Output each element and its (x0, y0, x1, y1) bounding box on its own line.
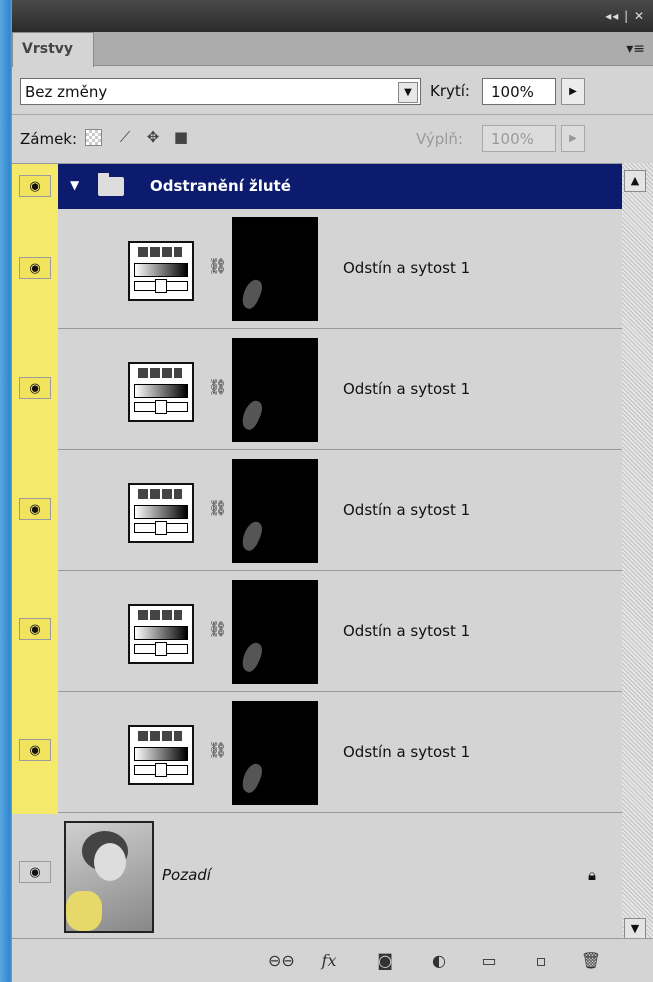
mask-icon[interactable] (232, 580, 318, 684)
layer-row[interactable]: ⛓ Odstín a sytost 1 (58, 209, 622, 329)
layer-thumbnail (64, 821, 154, 933)
lock-icon[interactable]: ■ (170, 126, 192, 148)
layer-name: Odstín a sytost 1 (343, 743, 471, 761)
chevron-down-icon[interactable]: ▼ (70, 178, 79, 192)
layer-row[interactable]: ⛓ Odstín a sytost 1 (58, 330, 622, 450)
adjustment-layer-icon[interactable]: ◐ (426, 949, 452, 973)
eye-icon[interactable]: ◉ (19, 618, 51, 640)
add-mask-icon[interactable]: ◙ (372, 949, 398, 973)
layer-name: Odstín a sytost 1 (343, 380, 471, 398)
adjustment-icon (128, 362, 194, 422)
transparency-lock-icon[interactable] (82, 126, 104, 148)
fx-button[interactable]: fx (316, 949, 342, 973)
eye-icon[interactable]: ◉ (19, 498, 51, 520)
fill-label: Výplň: (416, 130, 463, 148)
mask-icon[interactable] (232, 701, 318, 805)
panel-menu-icon[interactable]: ▾≡ (626, 41, 645, 57)
opacity-label: Krytí: (430, 82, 470, 100)
link-icon[interactable]: ⛓ (208, 257, 227, 275)
eye-icon[interactable]: ◉ (19, 257, 51, 279)
link-icon[interactable]: ⛓ (208, 499, 227, 517)
layers-list: ◉ ▼ Odstranění žluté ◉ ⛓ Odstín a sytost… (12, 163, 622, 938)
scroll-down-button[interactable]: ▼ (624, 918, 646, 940)
link-layers-icon[interactable]: ⊖⊖ (268, 949, 295, 973)
blend-mode-select[interactable]: Bez změny ▼ (20, 78, 421, 105)
brush-icon[interactable]: ⟋ (114, 126, 136, 148)
opacity-field[interactable]: 100% (482, 78, 556, 105)
opacity-slider-arrow[interactable]: ▶ (561, 78, 585, 105)
scroll-up-button[interactable]: ▲ (624, 170, 646, 192)
group-name: Odstranění žluté (150, 177, 291, 195)
adjustment-icon (128, 483, 194, 543)
eye-icon[interactable]: ◉ (19, 377, 51, 399)
panel-tab-row: Vrstvy ▾≡ (12, 32, 653, 67)
link-icon[interactable]: ⛓ (208, 741, 227, 759)
link-icon[interactable]: ⛓ (208, 378, 227, 396)
panel-window-controls[interactable]: ◂◂ | ✕ (605, 9, 645, 23)
layer-name: Odstín a sytost 1 (343, 259, 471, 277)
lock-icon: 🔒︎ (588, 866, 596, 884)
folder-icon (98, 173, 124, 196)
mask-icon[interactable] (232, 459, 318, 563)
link-icon[interactable]: ⛓ (208, 620, 227, 638)
move-icon[interactable]: ✥ (142, 126, 164, 148)
panel-bottom-toolbar: ⊖⊖ fx ◙ ◐ ▭ ▫ 🗑︎ (12, 938, 653, 982)
divider (12, 114, 653, 115)
chevron-down-icon[interactable]: ▼ (398, 82, 418, 103)
background-layer-row[interactable]: Pozadí 🔒︎ (58, 814, 622, 936)
adjustment-icon (128, 604, 194, 664)
background-layer-name: Pozadí (162, 866, 211, 884)
fill-slider-arrow[interactable]: ▶ (561, 125, 585, 152)
trash-icon[interactable]: 🗑︎ (578, 949, 604, 973)
layer-name: Odstín a sytost 1 (343, 501, 471, 519)
panel-titlebar: ◂◂ | ✕ (12, 0, 653, 32)
mask-icon[interactable] (232, 217, 318, 321)
mask-icon[interactable] (232, 338, 318, 442)
layer-group-row[interactable]: ▼ Odstranění žluté (58, 164, 622, 209)
layer-row[interactable]: ⛓ Odstín a sytost 1 (58, 693, 622, 813)
lock-label: Zámek: (20, 130, 78, 148)
new-layer-icon[interactable]: ▫ (528, 949, 554, 973)
tab-layers[interactable]: Vrstvy (12, 32, 94, 67)
adjustment-icon (128, 241, 194, 301)
adjustment-icon (128, 725, 194, 785)
layer-row[interactable]: ⛓ Odstín a sytost 1 (58, 451, 622, 571)
eye-icon[interactable]: ◉ (19, 861, 51, 883)
blend-mode-value: Bez změny (25, 83, 108, 101)
layers-panel: ◂◂ | ✕ Vrstvy ▾≡ Bez změny ▼ Krytí: 100%… (12, 0, 653, 982)
fill-field[interactable]: 100% (482, 125, 556, 152)
layer-row[interactable]: ⛓ Odstín a sytost 1 (58, 572, 622, 692)
eye-icon[interactable]: ◉ (19, 739, 51, 761)
layer-name: Odstín a sytost 1 (343, 622, 471, 640)
eye-icon[interactable]: ◉ (19, 175, 51, 197)
new-group-icon[interactable]: ▭ (476, 949, 502, 973)
scrollbar[interactable] (622, 163, 653, 938)
